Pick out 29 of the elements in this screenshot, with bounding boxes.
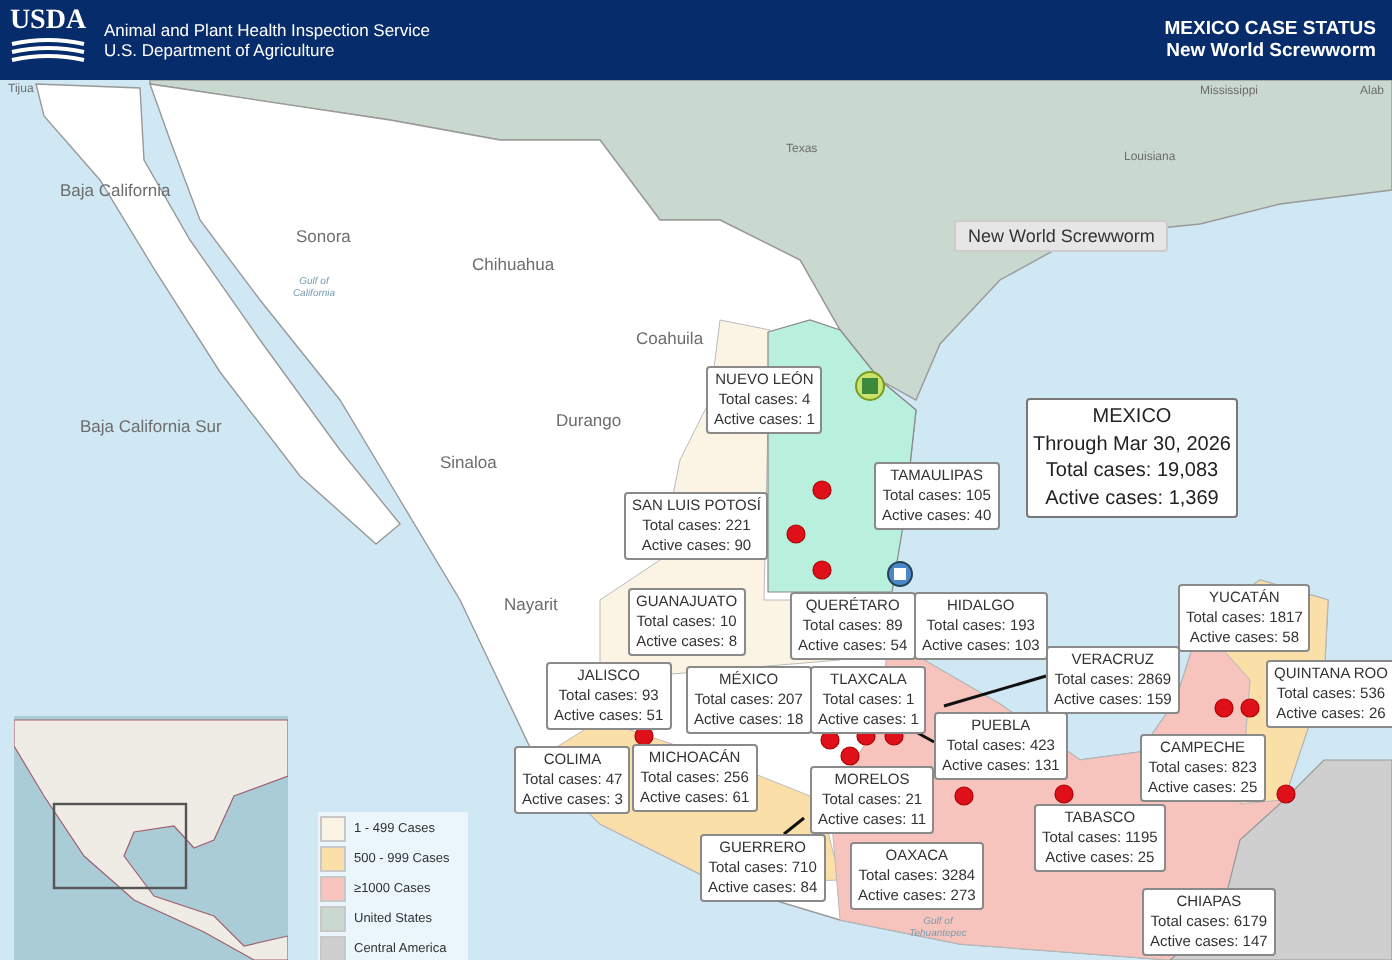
place-label: Baja California Sur <box>80 416 222 436</box>
page-title: MEXICO CASE STATUS <box>1164 18 1376 40</box>
leader-line <box>783 816 805 836</box>
active-cases: Active cases: 1,369 <box>1045 485 1219 512</box>
page-subtitle: New World Screwworm <box>1164 40 1376 62</box>
place-label: Nayarit <box>504 594 558 614</box>
place-label: Sinaloa <box>440 452 497 472</box>
case-marker-icon[interactable] <box>1054 784 1074 804</box>
place-label: Coahuila <box>636 328 704 348</box>
leader-line <box>943 674 1047 708</box>
case-marker-icon[interactable] <box>840 746 860 766</box>
case-marker-icon[interactable] <box>954 786 974 806</box>
facility-icon[interactable] <box>887 561 913 587</box>
leader-line <box>915 730 935 744</box>
place-label: Sonora <box>296 226 351 246</box>
total-cases: Total cases: 19,083 <box>1045 458 1219 485</box>
department-name: U.S. Department of Agriculture <box>104 40 337 60</box>
case-marker-icon[interactable] <box>812 560 832 580</box>
place-label: Chihuahua <box>472 254 555 274</box>
agency-name: Animal and Plant Health Inspection Service <box>104 20 431 40</box>
layer-tooltip: New World Screwworm <box>954 220 1169 252</box>
case-marker-icon[interactable] <box>1214 698 1234 718</box>
place-label: Durango <box>556 410 622 430</box>
report-date: Through Mar 30, 2026 <box>1033 431 1231 458</box>
case-marker-icon[interactable] <box>786 524 806 544</box>
country-name: MEXICO <box>1092 404 1172 431</box>
case-marker-icon[interactable] <box>812 480 832 500</box>
case-marker-icon[interactable] <box>1276 784 1296 804</box>
case-marker-icon[interactable] <box>1240 698 1260 718</box>
